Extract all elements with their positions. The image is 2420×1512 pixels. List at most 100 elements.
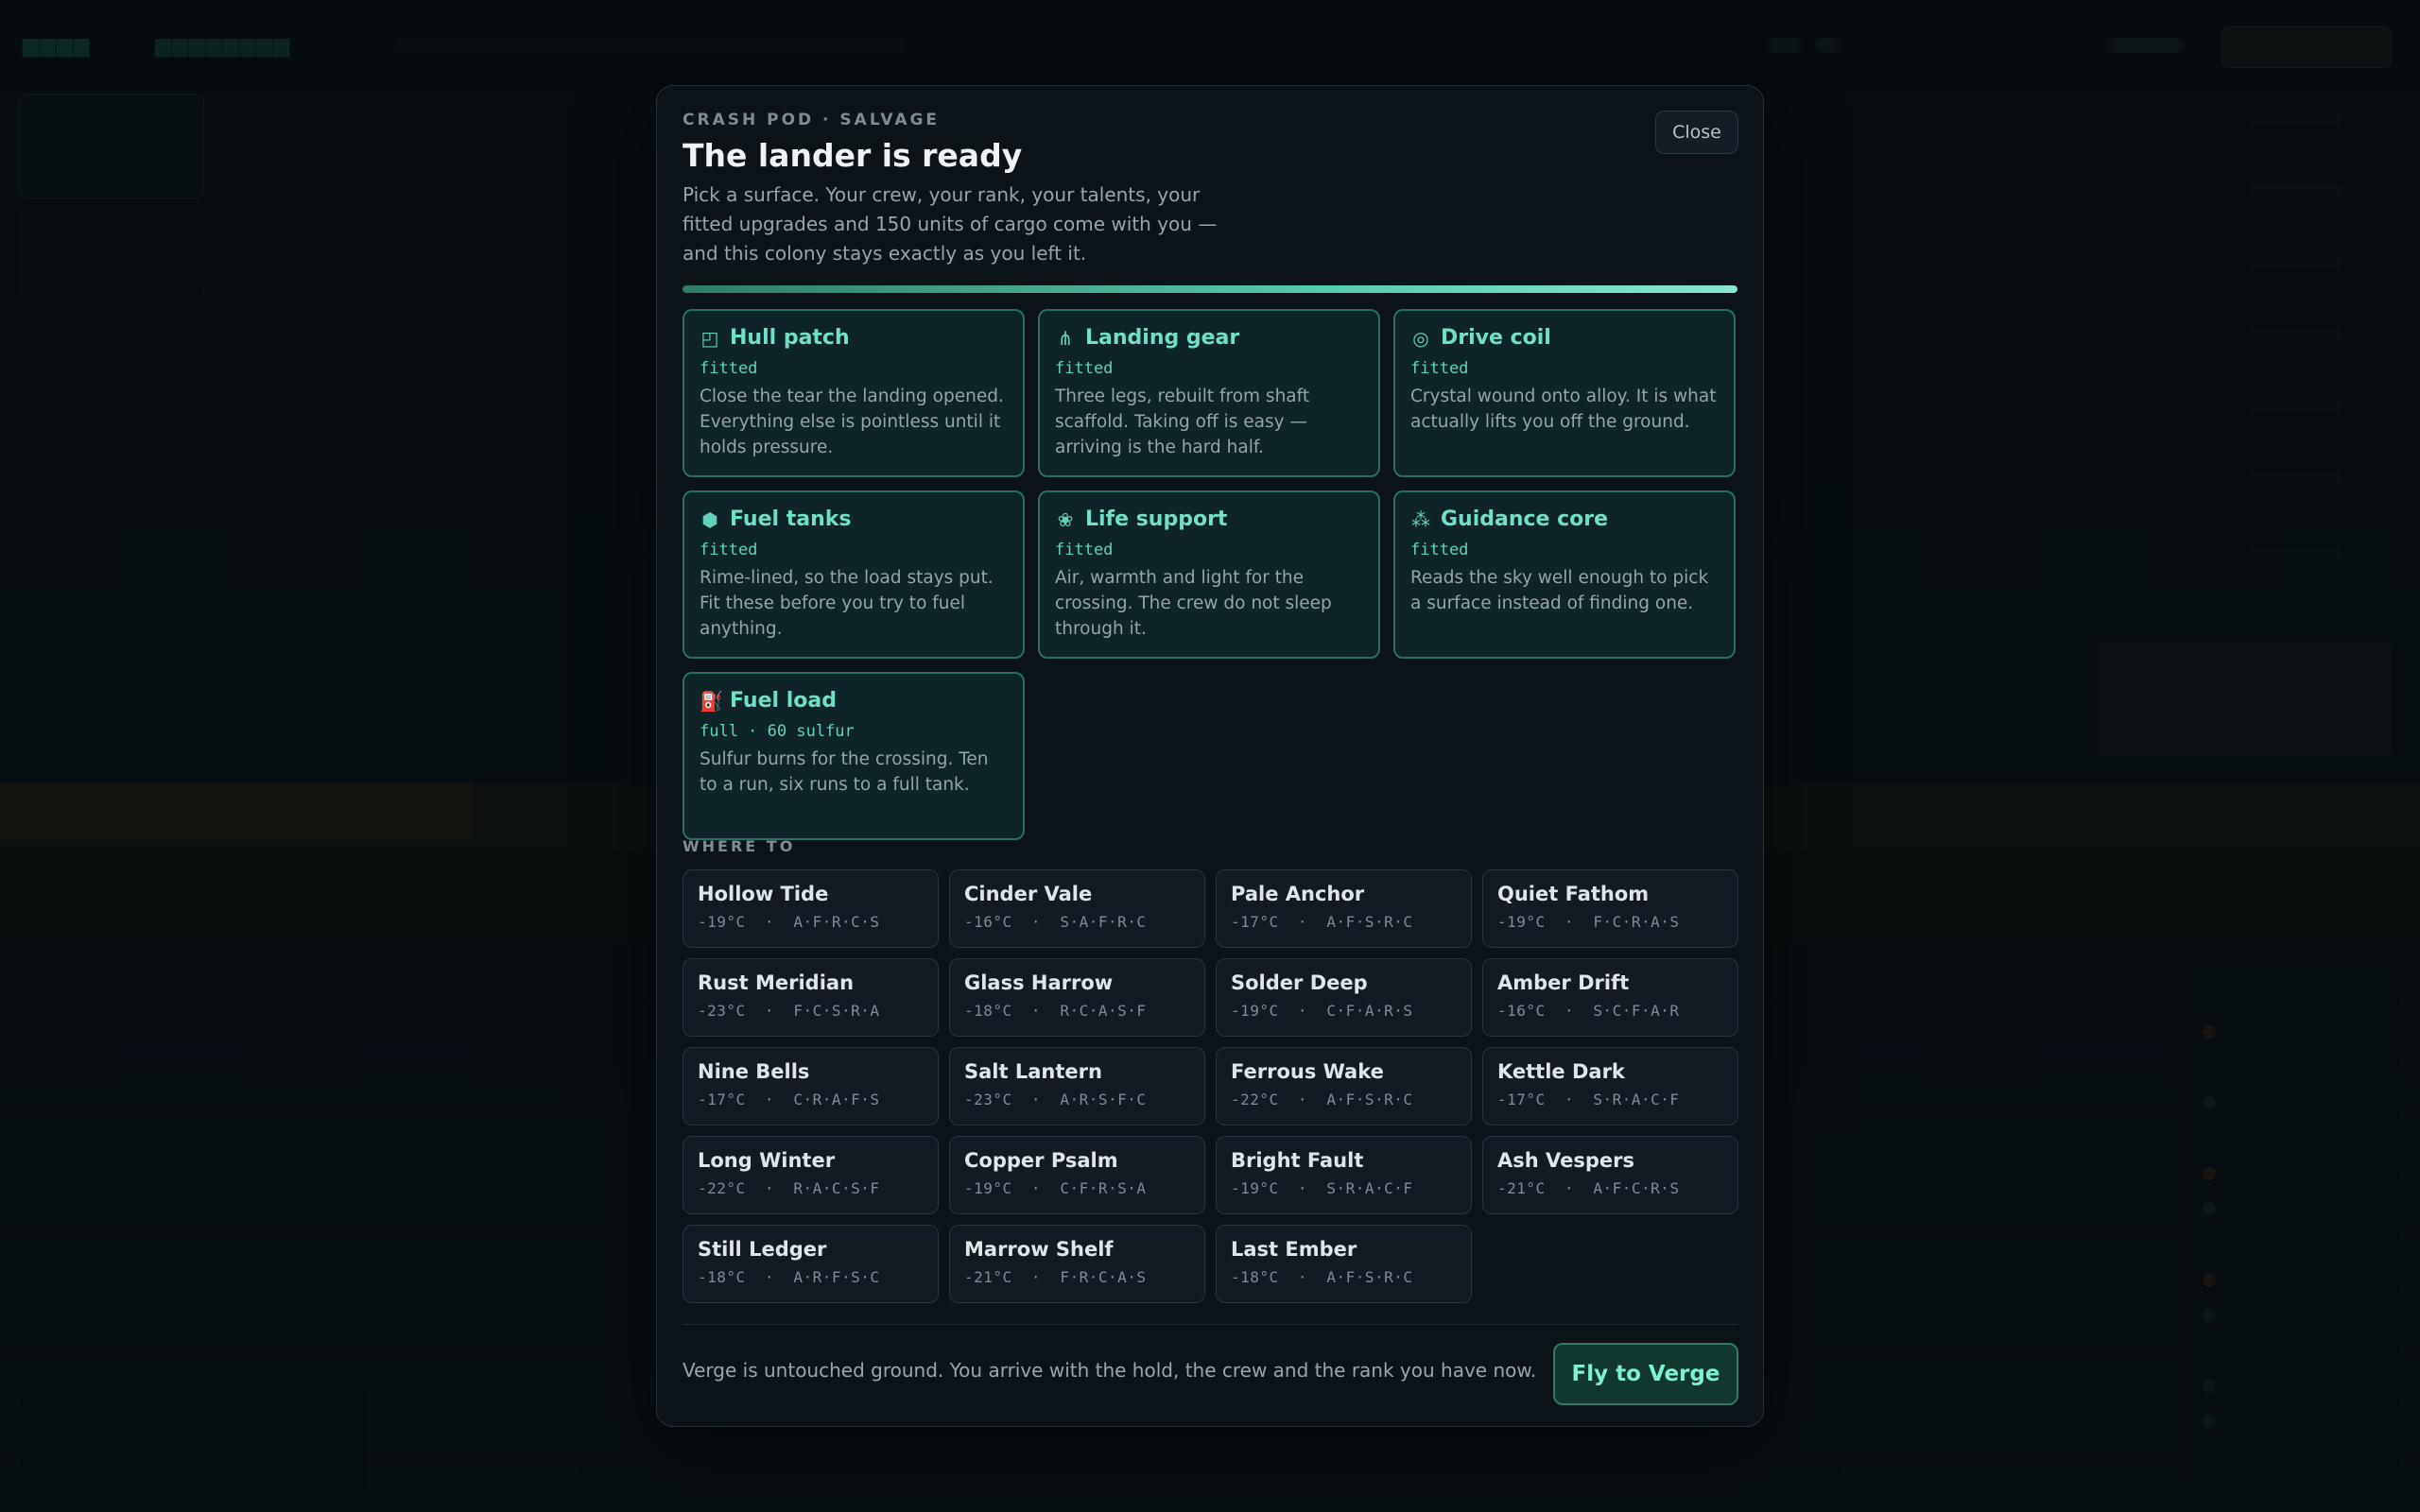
upgrade-name: Fuel load	[730, 689, 837, 713]
destination-meta: -18°C · A·R·F·S·C	[698, 1268, 880, 1286]
upgrade-description: Air, warmth and light for the crossing. …	[1055, 568, 1332, 639]
destination-card[interactable]: Marrow Shelf -21°C · F·R·C·A·S	[949, 1225, 1205, 1303]
destination-card[interactable]: Amber Drift -16°C · S·C·F·A·R	[1482, 958, 1738, 1037]
destination-name: Quiet Fathom	[1497, 883, 1650, 905]
destination-card[interactable]: Rust Meridian -23°C · F·C·S·R·A	[683, 958, 939, 1037]
destination-meta: -22°C · R·A·C·S·F	[698, 1179, 880, 1197]
destination-meta: -19°C · C·F·R·S·A	[964, 1179, 1147, 1197]
upgrade-card: ⛽ Fuel load full · 60 sulfur Sulfur burns f…	[683, 672, 1025, 840]
modal-title: The lander is ready	[683, 137, 1023, 174]
destination-name: Copper Psalm	[964, 1149, 1118, 1172]
upgrade-status: fitted	[700, 541, 758, 559]
destination-meta: -19°C · A·F·R·C·S	[698, 913, 880, 931]
divider	[683, 1324, 1738, 1325]
destination-name: Salt Lantern	[964, 1060, 1102, 1083]
destination-name: Nine Bells	[698, 1060, 810, 1083]
upgrade-header: ⁂ Guidance core	[1410, 507, 1719, 531]
destination-name: Still Ledger	[698, 1238, 827, 1261]
lander-modal: CRASH POD · SALVAGE The lander is ready …	[656, 85, 1764, 1427]
upgrade-description: Three legs, rebuilt from shaft scaffold.…	[1055, 387, 1310, 457]
destination-card[interactable]: Kettle Dark -17°C · S·R·A·C·F	[1482, 1047, 1738, 1125]
destination-meta: -18°C · R·C·A·S·F	[964, 1002, 1147, 1020]
destination-card[interactable]: Glass Harrow -18°C · R·C·A·S·F	[949, 958, 1205, 1037]
destination-card[interactable]: Ash Vespers -21°C · A·F·C·R·S	[1482, 1136, 1738, 1214]
destination-meta: -19°C · F·C·R·A·S	[1497, 913, 1680, 931]
destination-name: Pale Anchor	[1231, 883, 1365, 905]
upgrade-description: Sulfur burns for the crossing. Ten to a …	[700, 749, 989, 795]
upgrade-name: Landing gear	[1085, 326, 1240, 350]
upgrade-header: ◰ Hull patch	[700, 326, 1008, 350]
destination-card[interactable]: Hollow Tide -19°C · A·F·R·C·S	[683, 869, 939, 948]
upgrade-name: Guidance core	[1441, 507, 1609, 531]
upgrade-card: ◰ Hull patch fitted Close the tear the land…	[683, 309, 1025, 477]
progress-bar	[683, 285, 1737, 293]
destination-name: Rust Meridian	[698, 971, 855, 994]
upgrade-description: Crystal wound onto alloy. It is what act…	[1410, 387, 1717, 432]
fuel-pump-icon: ⛽	[700, 689, 723, 713]
upgrade-card: ❀ Life support fitted Air, warmth and light…	[1038, 490, 1380, 659]
upgrade-status: fitted	[1055, 541, 1114, 559]
upgrade-description: Rime-lined, so the load stays put. Fit t…	[700, 568, 994, 639]
upgrade-card: ⋔ Landing gear fitted Three legs, rebuilt f…	[1038, 309, 1380, 477]
upgrade-header: ⋔ Landing gear	[1055, 326, 1363, 350]
destination-name: Amber Drift	[1497, 971, 1630, 994]
destination-card[interactable]: Quiet Fathom -19°C · F·C·R·A·S	[1482, 869, 1738, 948]
upgrade-description: Reads the sky well enough to pick a surf…	[1410, 568, 1709, 613]
destination-meta: -17°C · C·R·A·F·S	[698, 1091, 880, 1108]
destination-name: Ferrous Wake	[1231, 1060, 1384, 1083]
destination-meta: -19°C · S·R·A·C·F	[1231, 1179, 1413, 1197]
upgrade-name: Fuel tanks	[730, 507, 852, 531]
destination-card[interactable]: Copper Psalm -19°C · C·F·R·S·A	[949, 1136, 1205, 1214]
destination-card[interactable]: Ferrous Wake -22°C · A·F·S·R·C	[1216, 1047, 1472, 1125]
landing-gear-icon: ⋔	[1057, 326, 1074, 350]
destination-meta: -18°C · A·F·S·R·C	[1231, 1268, 1413, 1286]
modal-eyebrow: CRASH POD · SALVAGE	[683, 111, 941, 129]
destination-card[interactable]: Last Ember -18°C · A·F·S·R·C	[1216, 1225, 1472, 1303]
life-support-icon: ❀	[1057, 507, 1074, 531]
destination-card[interactable]: Solder Deep -19°C · C·F·A·R·S	[1216, 958, 1472, 1037]
destination-name: Glass Harrow	[964, 971, 1114, 994]
destination-card[interactable]: Still Ledger -18°C · A·R·F·S·C	[683, 1225, 939, 1303]
upgrade-status: full · 60 sulfur	[700, 722, 855, 741]
destination-meta: -17°C · A·F·S·R·C	[1231, 913, 1413, 931]
upgrade-header: ⬢ Fuel tanks	[700, 507, 1008, 531]
destination-card[interactable]: Bright Fault -19°C · S·R·A·C·F	[1216, 1136, 1472, 1214]
destination-meta: -16°C · S·C·F·A·R	[1497, 1002, 1680, 1020]
upgrade-grid: ◰ Hull patch fitted Close the tear the land…	[683, 309, 1738, 840]
fly-to-verge-button[interactable]: Fly to Verge	[1553, 1343, 1738, 1405]
upgrade-card: ⁂ Guidance core fitted Reads the sky well e…	[1393, 490, 1736, 659]
destination-name: Ash Vespers	[1497, 1149, 1634, 1172]
destination-meta: -21°C · A·F·C·R·S	[1497, 1179, 1680, 1197]
destination-card[interactable]: Nine Bells -17°C · C·R·A·F·S	[683, 1047, 939, 1125]
destination-name: Cinder Vale	[964, 883, 1093, 905]
destination-name: Long Winter	[698, 1149, 836, 1172]
hull-patch-icon: ◰	[700, 326, 719, 350]
upgrade-header: ❀ Life support	[1055, 507, 1363, 531]
destination-card[interactable]: Cinder Vale -16°C · S·A·F·R·C	[949, 869, 1205, 948]
upgrade-header: ⛽ Fuel load	[700, 689, 1008, 713]
upgrade-name: Hull patch	[730, 326, 850, 350]
upgrade-name: Life support	[1085, 507, 1228, 531]
modal-intro: Pick a surface. Your crew, your rank, yo…	[683, 183, 1218, 265]
guidance-core-icon: ⁂	[1411, 507, 1430, 531]
destination-card[interactable]: Long Winter -22°C · R·A·C·S·F	[683, 1136, 939, 1214]
upgrade-header: ◎ Drive coil	[1410, 326, 1719, 350]
upgrade-card: ◎ Drive coil fitted Crystal wound onto allo…	[1393, 309, 1736, 477]
upgrade-card: ⬢ Fuel tanks fitted Rime-lined, so the load…	[683, 490, 1025, 659]
destination-name: Last Ember	[1231, 1238, 1357, 1261]
destination-meta: -16°C · S·A·F·R·C	[964, 913, 1147, 931]
upgrade-description: Close the tear the landing opened. Every…	[700, 387, 1004, 457]
destination-card[interactable]: Pale Anchor -17°C · A·F·S·R·C	[1216, 869, 1472, 948]
close-button[interactable]: Close	[1655, 111, 1738, 154]
drive-coil-icon: ◎	[1412, 326, 1429, 350]
upgrade-status: fitted	[700, 359, 758, 378]
destination-meta: -19°C · C·F·A·R·S	[1231, 1002, 1413, 1020]
destination-meta: -23°C · A·R·S·F·C	[964, 1091, 1147, 1108]
upgrade-status: fitted	[1055, 359, 1114, 378]
destination-card[interactable]: Salt Lantern -23°C · A·R·S·F·C	[949, 1047, 1205, 1125]
destination-name: Kettle Dark	[1497, 1060, 1625, 1083]
destination-name: Hollow Tide	[698, 883, 829, 905]
upgrade-status: fitted	[1410, 359, 1469, 378]
where-to-heading: WHERE TO	[683, 837, 796, 855]
upgrade-name: Drive coil	[1441, 326, 1551, 350]
